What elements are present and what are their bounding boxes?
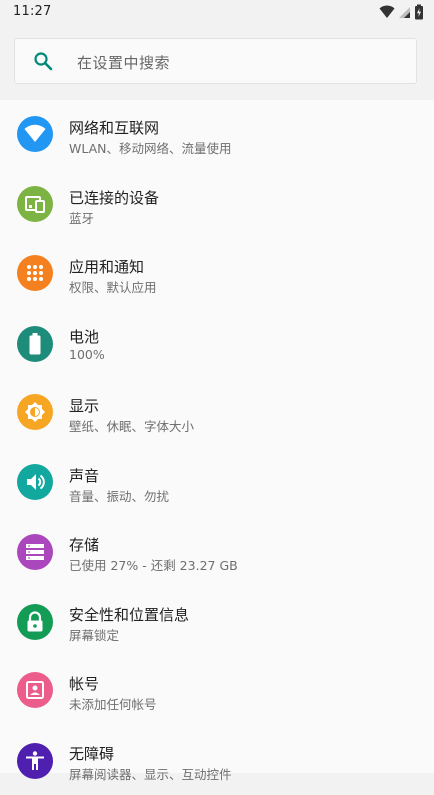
settings-item-title: 声音 <box>69 466 100 485</box>
settings-item-battery[interactable]: 电池 100% <box>0 309 434 378</box>
search-area: 在设置中搜索 <box>0 24 434 100</box>
brightness-icon <box>25 402 45 422</box>
settings-item-title: 电池 <box>69 327 100 346</box>
row-icon-circle <box>17 325 53 362</box>
volume-icon <box>27 473 45 490</box>
search-placeholder: 在设置中搜索 <box>77 54 171 72</box>
settings-item-display[interactable]: 显示 壁纸、休眠、字体大小 <box>0 378 434 447</box>
row-icon-circle <box>17 463 53 500</box>
settings-item-subtitle: 壁纸、休眠、字体大小 <box>69 419 195 434</box>
row-icon-circle <box>17 672 53 708</box>
row-icon-circle <box>17 534 53 570</box>
row-icon-circle <box>17 742 53 779</box>
settings-item-subtitle: 未添加任何帐号 <box>69 697 157 712</box>
settings-item-subtitle: 已使用 27% - 还剩 23.27 GB <box>69 558 238 573</box>
settings-item-connected-devices[interactable]: 已连接的设备 蓝牙 <box>0 170 434 239</box>
search-icon <box>34 52 53 71</box>
settings-item-accounts[interactable]: 帐号 未添加任何帐号 <box>0 656 434 725</box>
status-icons <box>379 3 424 21</box>
settings-item-accessibility[interactable]: 无障碍 屏幕阅读器、显示、互动控件 <box>0 726 434 795</box>
row-icon-circle <box>17 116 53 152</box>
settings-item-subtitle: 权限、默认应用 <box>69 280 157 295</box>
status-time: 11:27 <box>13 4 52 19</box>
account-icon <box>26 681 44 699</box>
settings-item-network[interactable]: 网络和互联网 WLAN、移动网络、流量使用 <box>0 100 434 169</box>
battery-status-icon <box>415 4 423 20</box>
settings-list: 网络和互联网 WLAN、移动网络、流量使用 已连接的设备 蓝牙 应用和通知 权限 <box>0 100 434 782</box>
settings-item-title: 网络和互联网 <box>69 119 160 137</box>
settings-item-title: 应用和通知 <box>69 258 145 276</box>
settings-item-subtitle: 100% <box>69 346 105 362</box>
row-icon-circle <box>17 255 53 291</box>
settings-item-title: 帐号 <box>69 675 100 693</box>
row-icon-circle <box>17 603 53 640</box>
settings-item-title: 显示 <box>69 397 100 415</box>
settings-item-title: 存储 <box>69 536 100 554</box>
lock-icon <box>27 610 43 631</box>
settings-item-security[interactable]: 安全性和位置信息 屏幕锁定 <box>0 587 434 656</box>
devices-icon <box>25 195 45 213</box>
battery-icon <box>29 332 41 354</box>
wifi-signal-icon <box>379 5 395 18</box>
accessibility-icon <box>26 750 44 770</box>
storage-icon <box>26 544 44 560</box>
apps-icon <box>27 265 43 281</box>
settings-item-apps[interactable]: 应用和通知 权限、默认应用 <box>0 239 434 308</box>
settings-item-subtitle: 音量、振动、勿扰 <box>69 488 170 504</box>
settings-item-title: 无障碍 <box>69 744 115 763</box>
row-icon-circle <box>17 394 53 430</box>
cellular-signal-icon <box>399 6 410 18</box>
settings-item-subtitle: 屏幕锁定 <box>69 627 120 643</box>
settings-item-subtitle: 蓝牙 <box>69 210 95 226</box>
settings-item-title: 安全性和位置信息 <box>69 605 190 624</box>
settings-item-sound[interactable]: 声音 音量、振动、勿扰 <box>0 448 434 517</box>
settings-item-subtitle: WLAN、移动网络、流量使用 <box>69 141 232 156</box>
settings-item-storage[interactable]: 存储 已使用 27% - 还剩 23.27 GB <box>0 517 434 586</box>
settings-item-title: 已连接的设备 <box>69 188 160 207</box>
settings-item-subtitle: 屏幕阅读器、显示、互动控件 <box>69 766 232 782</box>
status-bar: 11:27 <box>0 0 434 24</box>
row-icon-circle <box>17 185 53 222</box>
search-bar[interactable]: 在设置中搜索 <box>14 38 417 84</box>
wifi-icon <box>24 124 46 142</box>
